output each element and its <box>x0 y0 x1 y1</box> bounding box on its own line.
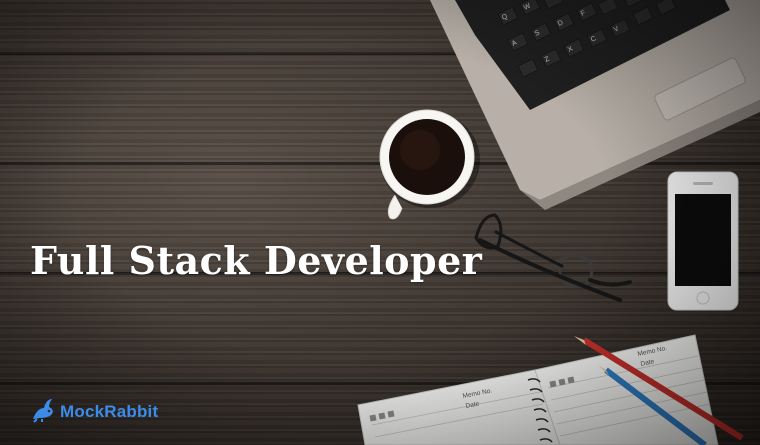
notebook-date-label-left: Date <box>465 400 480 410</box>
desk-scene: Q W A S D F Z X C V Memo No. Date Memo N… <box>0 0 760 445</box>
brand-logo-text: MockRabbit <box>60 402 159 421</box>
rabbit-icon <box>30 397 56 428</box>
notebook-labels: Memo No. Date Memo No. Date <box>462 345 668 410</box>
page-title: Full Stack Developer <box>30 238 483 283</box>
notebook-date-label-right: Date <box>640 358 655 368</box>
notebook-memo-label-right: Memo No. <box>637 345 668 358</box>
brand-logo[interactable]: MockRabbit <box>30 397 158 427</box>
notebook-memo-label-left: Memo No. <box>462 387 493 400</box>
